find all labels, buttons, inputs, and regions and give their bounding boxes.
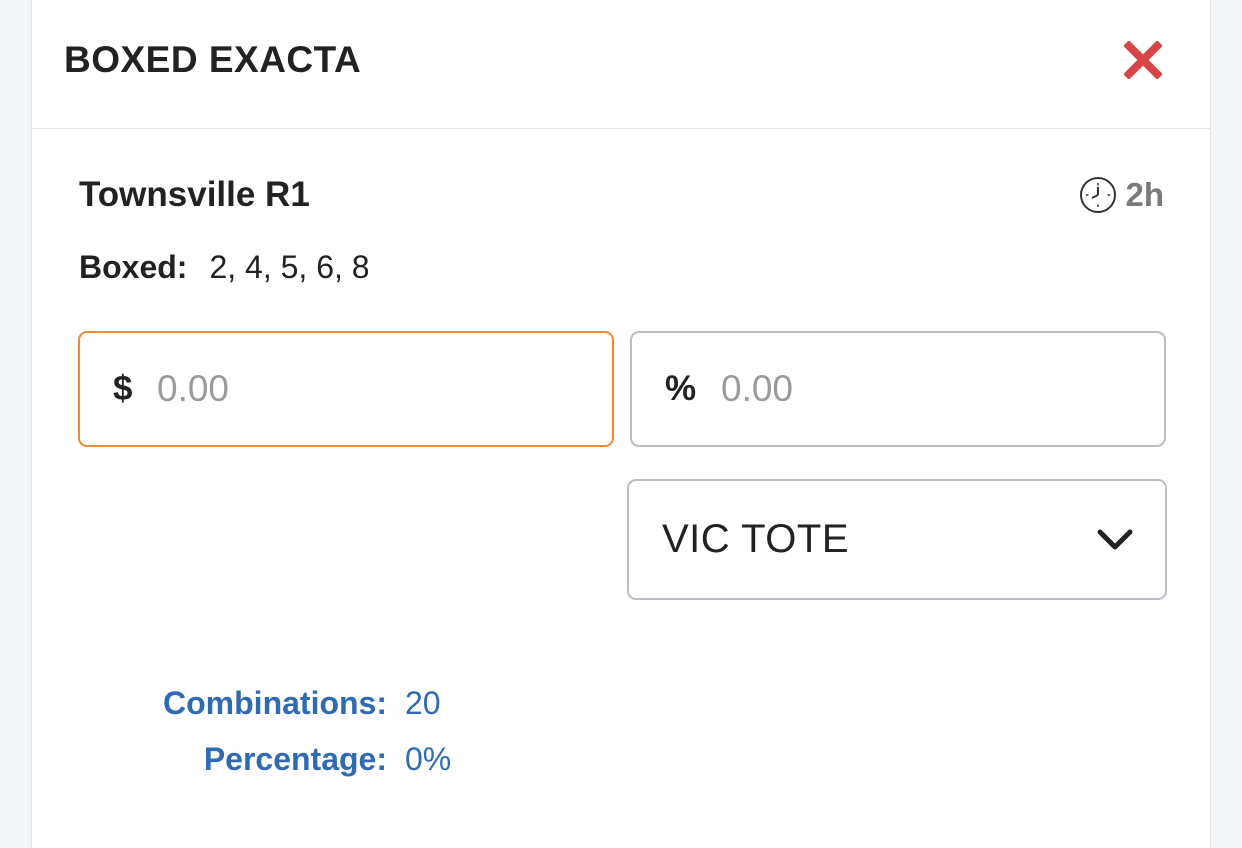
combinations-row: Combinations: 20 (152, 675, 451, 731)
boxed-value: 2, 4, 5, 6, 8 (209, 249, 370, 285)
amount-input[interactable] (157, 368, 537, 410)
race-timer: 2h (1079, 175, 1164, 215)
percent-input[interactable] (721, 368, 1101, 410)
time-to-start: 2h (1125, 176, 1164, 213)
percent-prefix: % (665, 369, 697, 408)
clock-icon (1080, 177, 1117, 213)
close-button[interactable] (1122, 39, 1164, 81)
race-name: Townsville R1 (79, 175, 310, 214)
boxed-runners: Boxed: 2, 4, 5, 6, 8 (79, 249, 370, 286)
combinations-value: 20 (405, 684, 441, 721)
bet-stats: Combinations: 20 Percentage: 0% (152, 675, 451, 787)
tote-select[interactable]: VIC TOTE (627, 479, 1167, 600)
chevron-down-icon (1097, 529, 1133, 550)
boxed-label: Boxed: (79, 249, 188, 285)
panel-header: BOXED EXACTA (32, 0, 1210, 129)
dollar-prefix: $ (113, 369, 133, 408)
percent-field[interactable]: % (630, 331, 1166, 447)
amount-field[interactable]: $ (78, 331, 614, 447)
percentage-label: Percentage: (203, 740, 387, 777)
combinations-label: Combinations: (163, 684, 387, 721)
percentage-row: Percentage: 0% (152, 731, 451, 787)
panel-title: BOXED EXACTA (64, 39, 362, 80)
tote-selected-value: VIC TOTE (662, 517, 850, 561)
bet-panel: BOXED EXACTA Townsville R1 2h Boxed: 2, 4… (31, 0, 1211, 848)
percentage-value: 0% (405, 740, 452, 777)
